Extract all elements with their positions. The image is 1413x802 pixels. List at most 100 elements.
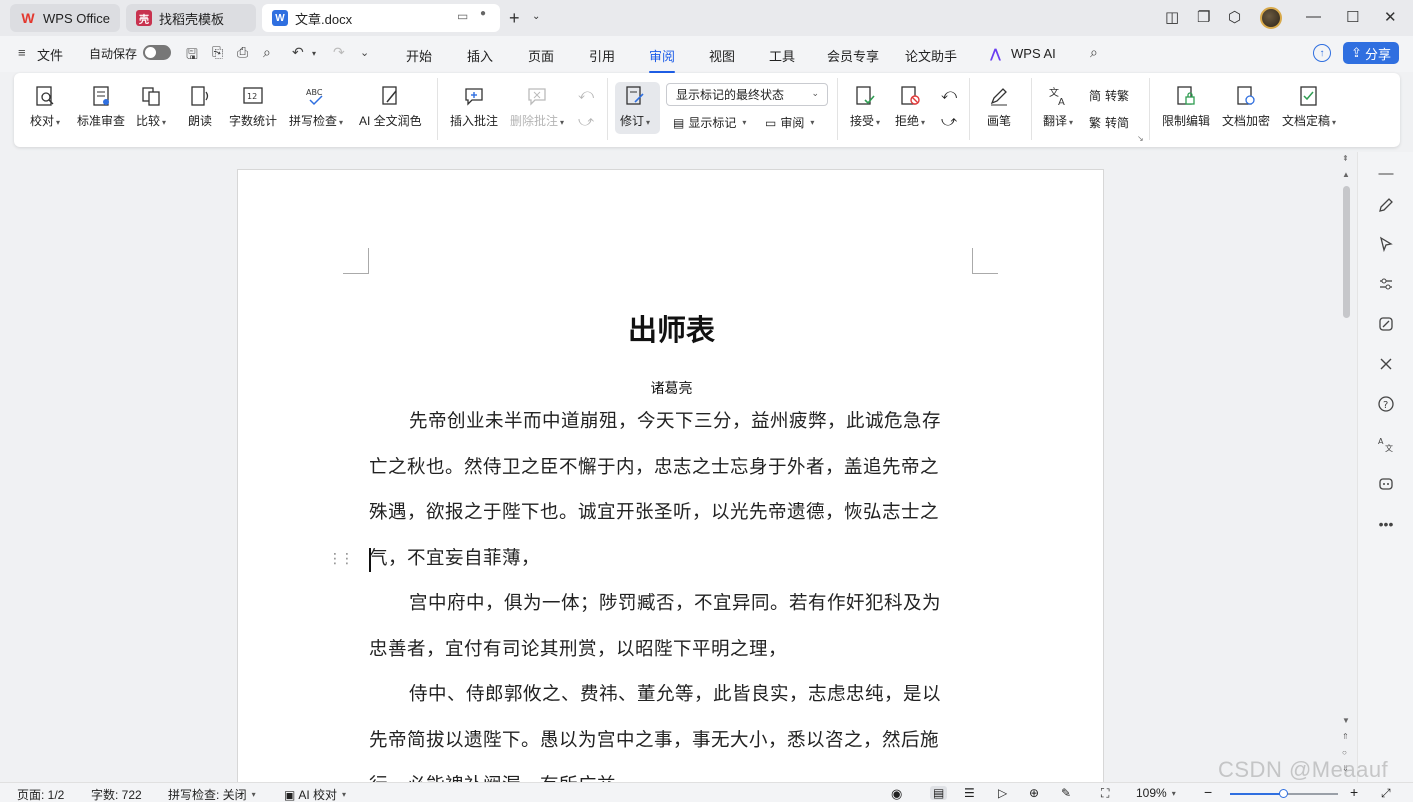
tab-template[interactable]: 壳 找稻壳模板 <box>126 4 256 32</box>
ai-assistant-icon[interactable] <box>1375 473 1397 495</box>
cube-icon[interactable]: ⬡ <box>1228 8 1241 26</box>
encrypt-button[interactable]: 文档加密 <box>1222 84 1270 129</box>
print-icon[interactable]: ⎙ <box>237 44 248 61</box>
unsaved-dot-icon[interactable]: ● <box>480 8 486 19</box>
previous-comment-icon[interactable]: ⤺ <box>578 86 594 103</box>
skin-icon[interactable]: ◫ <box>1165 8 1179 26</box>
review-pane-button[interactable]: ▭ 审阅 ▾ <box>765 114 814 131</box>
zoom-slider-thumb[interactable] <box>1279 789 1288 798</box>
minimize-icon[interactable]: — <box>1306 8 1321 25</box>
avatar[interactable] <box>1260 7 1282 29</box>
read-mode-icon[interactable]: ▷ <box>998 786 1007 800</box>
menu-member[interactable]: 会员专享 <box>827 46 879 65</box>
fullscreen-icon[interactable]: ⤢ <box>1381 786 1391 801</box>
window-icon[interactable]: ❐ <box>1197 8 1210 26</box>
close-icon[interactable]: ✕ <box>1384 8 1397 26</box>
eye-protection-icon[interactable]: ◉ <box>891 786 902 802</box>
outline-view-icon[interactable]: ☰ <box>964 786 975 800</box>
write-mode-icon[interactable]: ✎ <box>1061 786 1071 800</box>
next-comment-icon[interactable]: ⤻ <box>578 113 594 130</box>
help-icon[interactable]: ? <box>1375 393 1397 415</box>
pen-button[interactable]: 画笔 <box>987 84 1011 129</box>
undo-icon[interactable]: ↶ <box>292 44 304 61</box>
menu-view[interactable]: 视图 <box>709 46 735 65</box>
spell-check-button[interactable]: ABC 拼写检查 ▾ <box>289 84 343 129</box>
revise-button[interactable]: 修订 ▾ <box>620 84 650 129</box>
cloud-upload-icon[interactable]: ↑ <box>1313 44 1331 62</box>
more-icon[interactable]: ••• <box>1375 513 1397 535</box>
insert-comment-button[interactable]: 插入批注 <box>450 84 498 129</box>
print-preview-icon[interactable]: ⌕ <box>263 44 271 61</box>
tab-wps-office[interactable]: W WPS Office <box>10 4 120 32</box>
accept-button[interactable]: 接受 ▾ <box>850 84 880 129</box>
scroll-down-icon[interactable]: ▼ <box>1342 716 1350 725</box>
paragraph[interactable]: 先帝创业未半而中道崩殂，今天下三分，益州疲弊，此诚危急存 亡之秋也。然侍卫之臣不… <box>369 399 979 581</box>
edit-pen-icon[interactable] <box>1375 194 1397 216</box>
zoom-in-icon[interactable]: + <box>1350 784 1358 800</box>
ai-polish-button[interactable]: AI 全文润色 <box>359 84 422 129</box>
export-icon[interactable]: ⎘ <box>212 44 223 61</box>
format-brush-icon[interactable] <box>1375 313 1397 335</box>
word-count-indicator[interactable]: 字数: 722 <box>91 786 142 802</box>
previous-change-icon[interactable]: ⤺ <box>941 86 957 103</box>
save-icon[interactable]: 🖫 <box>186 44 198 68</box>
menu-start[interactable]: 开始 <box>406 46 432 65</box>
previous-page-icon[interactable]: ⇑ <box>1342 732 1349 741</box>
adjust-icon[interactable] <box>1375 273 1397 295</box>
show-markup-button[interactable]: ▤ 显示标记 ▾ <box>673 114 746 131</box>
autosave-toggle[interactable] <box>143 45 171 60</box>
reject-button[interactable]: 拒绝 ▾ <box>895 84 925 129</box>
finalize-button[interactable]: 文档定稿 ▾ <box>1282 84 1336 129</box>
search-icon[interactable]: ⌕ <box>1090 44 1098 61</box>
page-view-icon[interactable]: ▤ <box>930 786 948 800</box>
select-browse-icon[interactable]: ○ <box>1342 748 1347 757</box>
next-change-icon[interactable]: ⤻ <box>941 113 957 130</box>
compare-button[interactable]: 比较 ▾ <box>136 84 166 129</box>
tab-document[interactable]: W 文章.docx ▭ ● <box>262 4 500 32</box>
select-cursor-icon[interactable] <box>1375 233 1397 255</box>
to-traditional-button[interactable]: 简 转繁 <box>1089 87 1129 104</box>
menu-tools[interactable]: 工具 <box>769 46 795 65</box>
translate-button[interactable]: 文A 翻译 ▾ <box>1043 84 1073 129</box>
menu-page[interactable]: 页面 <box>528 46 554 65</box>
expand-corner-icon[interactable]: ↘ <box>1137 134 1144 143</box>
zoom-out-icon[interactable]: − <box>1204 784 1212 800</box>
menu-insert[interactable]: 插入 <box>467 46 493 65</box>
scroll-top-icon[interactable]: ⇞ <box>1342 154 1349 163</box>
zoom-select[interactable]: 109% ▾ <box>1136 786 1176 800</box>
translate-side-icon[interactable]: A文 <box>1375 433 1397 455</box>
fit-page-icon[interactable]: ⛶ <box>1101 786 1109 801</box>
chevron-down-icon[interactable]: ⌄ <box>532 11 540 22</box>
maximize-icon[interactable]: ☐ <box>1346 8 1359 26</box>
share-button[interactable]: ⇪ 分享 <box>1343 42 1399 64</box>
read-aloud-button[interactable]: 朗读 <box>188 84 212 129</box>
document-page[interactable]: 出师表 诸葛亮 先帝创业未半而中道崩殂，今天下三分，益州疲弊，此诚危急存 亡之秋… <box>237 169 1105 796</box>
to-simplified-button[interactable]: 繁 转简 <box>1089 114 1129 131</box>
menu-review[interactable]: 审阅 <box>649 46 676 73</box>
monitor-icon[interactable]: ▭ <box>457 9 468 23</box>
document-title[interactable]: 出师表 <box>238 307 1105 349</box>
web-view-icon[interactable]: ⊕ <box>1029 786 1039 800</box>
menu-thesis[interactable]: 论文助手 <box>905 46 957 65</box>
scroll-up-icon[interactable]: ▲ <box>1342 170 1350 179</box>
file-menu[interactable]: 文件 <box>37 45 63 64</box>
more-dropdown-icon[interactable]: ⌄ <box>360 46 369 59</box>
delete-comment-button[interactable]: 删除批注 ▾ <box>510 84 564 129</box>
scrollbar-thumb[interactable] <box>1343 186 1350 318</box>
vertical-scrollbar[interactable]: ⇞ ▲ ▼ ⇑ ○ ⇓ <box>1339 152 1355 782</box>
display-mode-select[interactable]: 显示标记的最终状态 ⌄ <box>666 83 828 106</box>
proofread-button[interactable]: 校对 ▾ <box>30 84 60 129</box>
collapse-icon[interactable]: — <box>1375 162 1397 184</box>
tools-icon[interactable] <box>1375 353 1397 375</box>
redo-icon[interactable]: ↷ <box>333 44 345 61</box>
word-count-button[interactable]: 12 字数统计 <box>229 84 277 129</box>
document-author[interactable]: 诸葛亮 <box>238 378 1105 398</box>
menu-wps-ai[interactable]: WPS AI <box>1011 46 1056 61</box>
spell-check-status[interactable]: 拼写检查: 关闭 ▾ <box>168 786 256 802</box>
ai-proofread-status[interactable]: ▣ AI 校对 ▾ <box>284 786 346 802</box>
new-tab-icon[interactable]: + <box>509 8 520 29</box>
page-indicator[interactable]: 页面: 1/2 <box>17 786 64 802</box>
restrict-edit-button[interactable]: 限制编辑 <box>1162 84 1210 129</box>
hamburger-icon[interactable]: ≡ <box>18 45 26 60</box>
paragraph[interactable]: 宫中府中，俱为一体；陟罚臧否，不宜异同。若有作奸犯科及为 忠善者，宜付有司论其刑… <box>369 581 979 672</box>
